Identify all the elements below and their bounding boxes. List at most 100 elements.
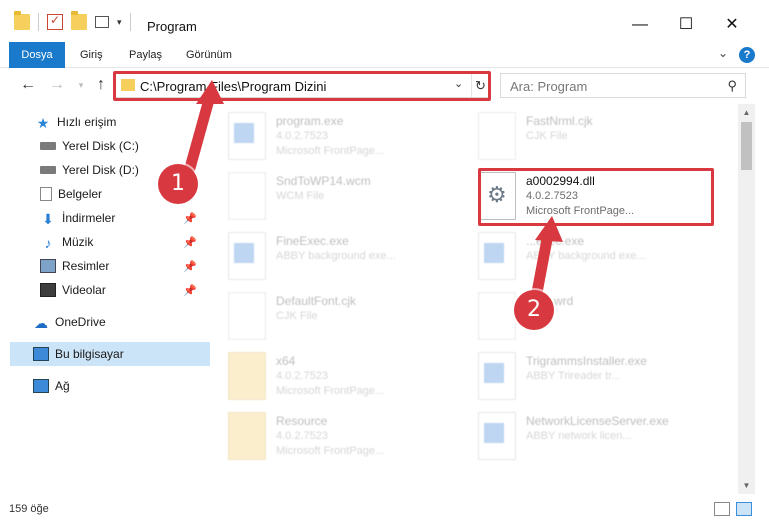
- ribbon-expand-icon[interactable]: ⌄: [718, 46, 728, 60]
- file-type: ABBY background exe...: [526, 250, 646, 262]
- qat-dropdown-icon[interactable]: ▾: [117, 17, 122, 28]
- pin-icon[interactable]: 📌: [183, 284, 197, 297]
- video-icon: [40, 283, 56, 297]
- recent-locations-icon[interactable]: ▾: [70, 74, 92, 96]
- file-highlight-box: [478, 168, 714, 226]
- quick-access-toolbar: ▾: [14, 11, 131, 31]
- search-box[interactable]: Ara: Program ⚲: [500, 73, 746, 98]
- ribbon-tabs: Dosya Giriş Paylaş Görünüm ⌄ ?: [0, 42, 769, 68]
- star-icon: ★: [36, 115, 50, 131]
- folder-icon: [228, 352, 266, 400]
- file-description: Microsoft FrontPage...: [276, 145, 385, 157]
- forward-arrow-icon[interactable]: →: [46, 74, 68, 96]
- file-type: 4.0.2.7523: [276, 130, 328, 142]
- file-name: FineExec.exe: [276, 234, 349, 248]
- pin-icon[interactable]: 📌: [183, 260, 197, 273]
- sidebar-item-videos[interactable]: Videolar 📌: [0, 278, 205, 302]
- scroll-up-icon[interactable]: ▲: [738, 104, 755, 121]
- folder-icon: [14, 11, 30, 30]
- sidebar-item-pictures[interactable]: Resimler 📌: [0, 254, 205, 278]
- sidebar-item-this-pc[interactable]: Bu bilgisayar: [10, 342, 210, 366]
- file-item[interactable]: ...exec.exe ABBY background exe...: [460, 226, 710, 284]
- exe-file-icon: [228, 112, 266, 160]
- sidebar-item-quick-access[interactable]: ★ Hızlı erişim: [0, 110, 205, 134]
- maximize-button[interactable]: ☐: [663, 10, 709, 40]
- sidebar-item-onedrive[interactable]: ☁ OneDrive: [0, 310, 205, 334]
- sidebar-item-label: Bu bilgisayar: [55, 347, 124, 361]
- tab-view[interactable]: Görünüm: [178, 42, 240, 68]
- large-icons-view-icon[interactable]: [736, 502, 752, 516]
- file-item[interactable]: ...sic.wrd ...File: [460, 286, 710, 344]
- file-item[interactable]: FineExec.exe ABBY background exe...: [210, 226, 460, 284]
- window-title: Program: [147, 19, 197, 34]
- tab-share[interactable]: Paylaş: [121, 42, 170, 68]
- sidebar-item-disk-c[interactable]: Yerel Disk (C:): [0, 134, 205, 158]
- properties-check-icon[interactable]: [47, 13, 63, 30]
- search-icon[interactable]: ⚲: [727, 78, 737, 94]
- pin-icon[interactable]: 📌: [183, 212, 197, 225]
- file-item[interactable]: DefaultFont.cjk CJK File: [210, 286, 460, 344]
- minimize-button[interactable]: —: [617, 10, 663, 40]
- file-type: ABBY background exe...: [276, 250, 396, 262]
- file-description: Microsoft FrontPage...: [276, 445, 385, 457]
- tab-file[interactable]: Dosya: [9, 42, 65, 68]
- exe-file-icon: [228, 232, 266, 280]
- cloud-icon: ☁: [34, 315, 48, 331]
- download-icon: ⬇: [42, 211, 54, 227]
- sidebar-item-label: Belgeler: [58, 187, 103, 201]
- file-type: CJK File: [276, 310, 318, 322]
- scroll-down-icon[interactable]: ▼: [738, 477, 755, 494]
- sidebar-item-music[interactable]: ♪ Müzik 📌: [0, 230, 205, 254]
- document-file-icon: [478, 112, 516, 160]
- sidebar-item-label: Ağ: [55, 379, 70, 393]
- computer-icon: [33, 347, 49, 361]
- sidebar-item-label: Yerel Disk (C:): [62, 139, 139, 153]
- back-arrow-icon[interactable]: ←: [17, 74, 39, 96]
- disk-icon: [40, 166, 56, 174]
- new-folder-icon[interactable]: [71, 11, 87, 30]
- disk-icon: [40, 142, 56, 150]
- sidebar-item-label: Videolar: [62, 283, 106, 297]
- exe-file-icon: [478, 352, 516, 400]
- callout-badge-1: 1: [158, 164, 198, 204]
- pin-icon[interactable]: 📌: [183, 236, 197, 249]
- file-item[interactable]: x64 4.0.2.7523 Microsoft FrontPage...: [210, 346, 460, 404]
- file-description: Microsoft FrontPage...: [276, 385, 385, 397]
- file-name: DefaultFont.cjk: [276, 294, 357, 308]
- sidebar-item-label: Resimler: [62, 259, 110, 273]
- documents-icon: [40, 187, 52, 201]
- properties-icon[interactable]: [95, 16, 109, 28]
- sidebar-item-downloads[interactable]: ⬇ İndirmeler 📌: [0, 206, 205, 230]
- vertical-scrollbar[interactable]: ▲ ▼: [738, 104, 755, 494]
- search-placeholder[interactable]: Ara: Program: [510, 79, 587, 94]
- file-type: ABBY network licen...: [526, 430, 632, 442]
- file-list: program.exe 4.0.2.7523 Microsoft FrontPa…: [210, 104, 738, 494]
- item-count: 159 öğe: [9, 503, 49, 515]
- up-arrow-icon[interactable]: ↑: [90, 74, 112, 96]
- file-item[interactable]: Resource 4.0.2.7523 Microsoft FrontPage.…: [210, 406, 460, 464]
- file-name: ...exec.exe: [526, 234, 585, 248]
- sidebar-item-network[interactable]: Ağ: [0, 374, 205, 398]
- pictures-icon: [40, 259, 56, 273]
- folder-icon: [228, 412, 266, 460]
- file-name: Resource: [276, 414, 328, 428]
- details-view-icon[interactable]: [714, 502, 730, 516]
- file-item[interactable]: FastNrml.cjk CJK File: [460, 106, 710, 164]
- file-type: 4.0.2.7523: [276, 370, 328, 382]
- close-button[interactable]: ✕: [709, 10, 755, 40]
- title-bar: ▾ Program — ☐ ✕: [0, 0, 769, 42]
- address-highlight-box: [113, 71, 491, 101]
- tab-home[interactable]: Giriş: [72, 42, 111, 68]
- file-item[interactable]: TrigrammsInstaller.exe ABBY Trireader tr…: [460, 346, 710, 404]
- file-item[interactable]: NetworkLicenseServer.exe ABBY network li…: [460, 406, 710, 464]
- help-icon[interactable]: ?: [739, 47, 755, 63]
- callout-badge-2: 2: [514, 290, 554, 330]
- file-item[interactable]: SndToWP14.wcm WCM File: [210, 166, 460, 224]
- sidebar-item-label: İndirmeler: [62, 211, 116, 225]
- scrollbar-thumb[interactable]: [741, 122, 752, 170]
- sidebar-item-label: Müzik: [62, 235, 94, 249]
- file-name: x64: [276, 354, 296, 368]
- status-bar: 159 öğe: [0, 496, 769, 522]
- file-type: 4.0.2.7523: [276, 430, 328, 442]
- file-item[interactable]: program.exe 4.0.2.7523 Microsoft FrontPa…: [210, 106, 460, 164]
